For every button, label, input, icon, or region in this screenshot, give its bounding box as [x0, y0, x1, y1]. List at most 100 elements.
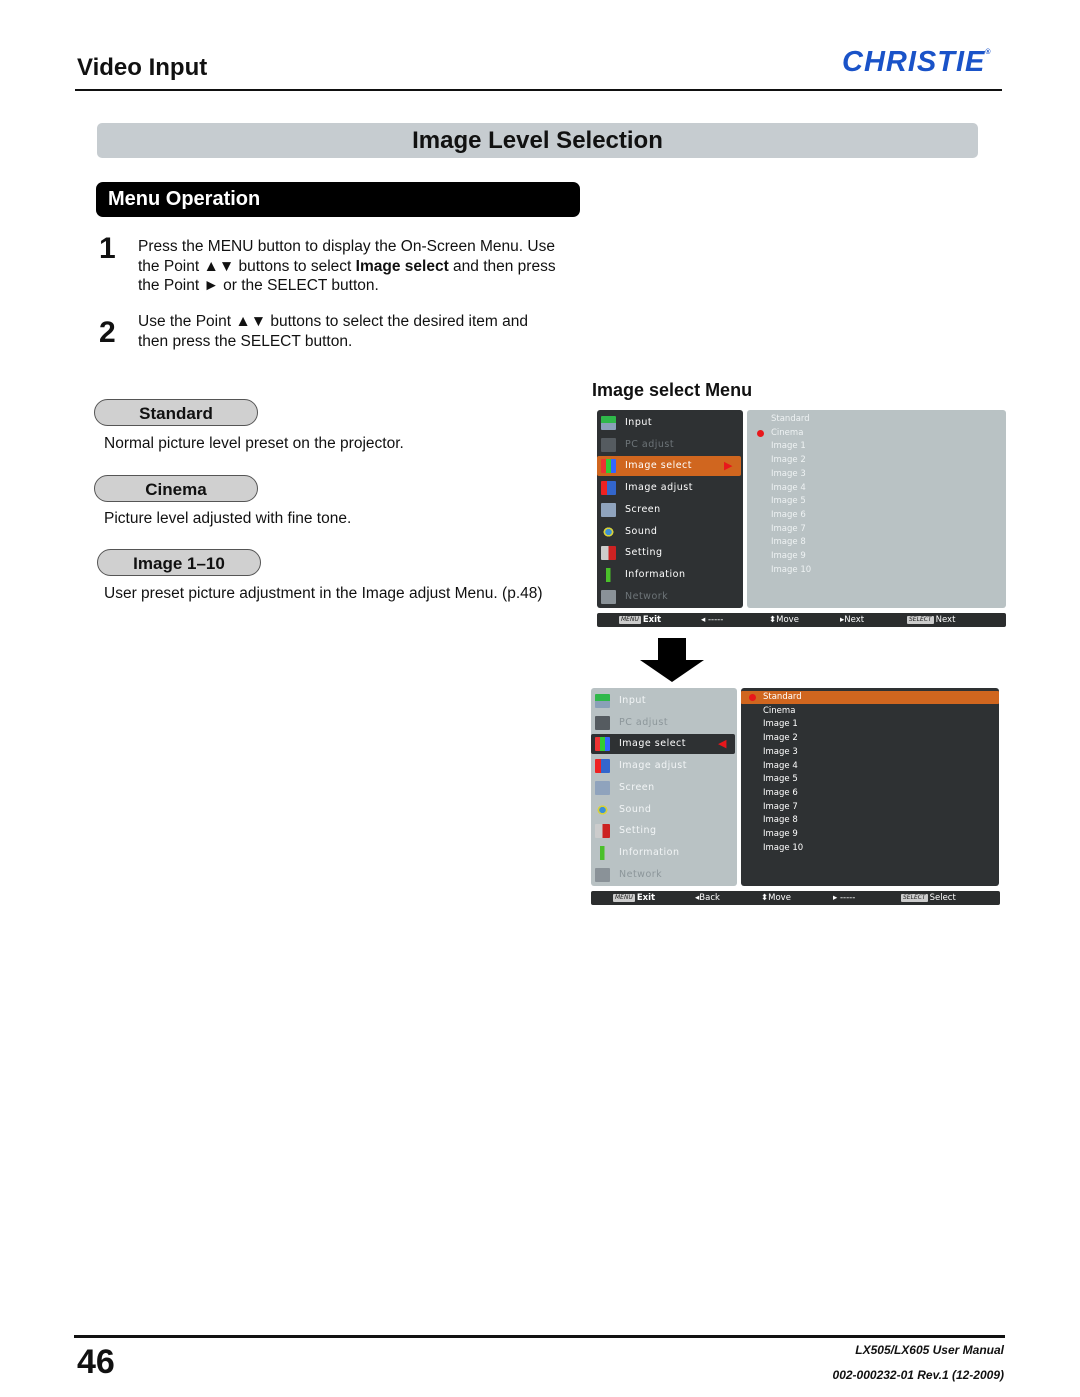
menu-item-label: Network: [619, 868, 663, 880]
page-number: 46: [77, 1343, 115, 1381]
network-icon: [595, 867, 610, 882]
sub-menu-item[interactable]: Image 5: [747, 495, 1006, 508]
sub-menu-panel: Standard Cinema Image 1 Image 2 Image 3 Image…: [741, 688, 999, 886]
sub-menu-item[interactable]: Image 7: [741, 801, 999, 814]
sub-menu-item[interactable]: Standard: [741, 691, 999, 704]
information-icon: [595, 845, 610, 860]
step-line: the Point ▲▼ buttons to select Image sel…: [138, 257, 578, 277]
pc-adjust-icon: [595, 715, 610, 730]
page-title-banner: Image Level Selection: [97, 123, 978, 158]
osd-footer-bar: MENU Exit ◂Back ⬍Move ▸ ----- SELECT Selec…: [591, 891, 1000, 905]
menu-item-setting[interactable]: Setting: [591, 821, 737, 841]
menu-item-label: Sound: [619, 803, 652, 815]
menu-operation-heading: Menu Operation: [96, 182, 580, 217]
menu-item-label: Setting: [619, 825, 657, 837]
christie-logo: CHRISTIE®: [842, 46, 992, 79]
menu-item-label: Information: [619, 846, 680, 858]
sub-menu-item[interactable]: Image 2: [747, 454, 1006, 467]
menu-item-image-select[interactable]: Image select ◀: [591, 734, 735, 755]
menu-key-icon: MENU: [613, 893, 635, 902]
sub-menu-item[interactable]: Cinema: [747, 427, 1006, 440]
option-description: User preset picture adjustment in the Im…: [104, 585, 543, 602]
setting-icon: [595, 824, 610, 839]
image-select-icon: [601, 459, 616, 474]
sub-menu-label: Image 1: [763, 719, 798, 730]
down-arrow-icon: [640, 638, 704, 682]
sound-icon: [601, 524, 616, 539]
image-select-menu-title: Image select Menu: [592, 380, 753, 400]
sub-menu-item[interactable]: Image 9: [741, 828, 999, 841]
sub-menu-item[interactable]: Image 7: [747, 523, 1006, 536]
menu-item-sound[interactable]: Sound: [591, 800, 737, 820]
sub-menu-label: Image 8: [763, 815, 798, 826]
sub-menu-item[interactable]: Image 2: [741, 732, 999, 745]
sub-menu-item[interactable]: Image 3: [741, 746, 999, 759]
select-key-icon: SELECT: [907, 615, 934, 624]
sub-menu-item[interactable]: Standard: [747, 413, 1006, 426]
menu-item-label: Image select: [625, 460, 692, 472]
menu-item-image-adjust[interactable]: Image adjust: [591, 756, 737, 776]
header-divider: [75, 89, 1002, 91]
menu-item-information[interactable]: Information: [597, 565, 743, 585]
footer-right-label: -----: [839, 893, 856, 903]
document-revision: 002-000232-01 Rev.1 (12-2009): [832, 1368, 1004, 1382]
sub-menu-item[interactable]: Image 5: [741, 773, 999, 786]
step-text-span: and then press: [448, 257, 556, 275]
sub-menu-item[interactable]: Image 4: [747, 482, 1006, 495]
option-description: Normal picture level preset on the proje…: [104, 435, 404, 452]
image-adjust-icon: [601, 481, 616, 496]
footer-select-label: Select: [929, 893, 956, 903]
sub-menu-item[interactable]: Image 8: [747, 536, 1006, 549]
menu-key-icon: MENU: [619, 615, 641, 624]
footer-left-hint: ◂Back: [695, 893, 720, 903]
step-number: 2: [99, 316, 116, 349]
sub-menu-panel: Standard Cinema Image 1 Image 2 Image 3 Image…: [747, 410, 1006, 608]
menu-item-image-select[interactable]: Image select ▶: [597, 456, 741, 477]
sub-menu-label: Image 2: [763, 733, 798, 744]
menu-item-network[interactable]: Network: [597, 587, 743, 607]
registered-mark: ®: [985, 49, 992, 56]
arrow-right-icon: ▶: [724, 459, 733, 473]
step-line: Use the Point ▲▼ buttons to select the d…: [138, 313, 528, 330]
menu-item-pc-adjust[interactable]: PC adjust: [597, 435, 743, 455]
sound-icon: [595, 802, 610, 817]
sub-menu-item[interactable]: Image 4: [741, 760, 999, 773]
menu-item-sound[interactable]: Sound: [597, 522, 743, 542]
footer-divider: [74, 1335, 1005, 1338]
sub-menu-item[interactable]: Image 3: [747, 468, 1006, 481]
image-select-icon: [595, 737, 610, 752]
sub-menu-item[interactable]: Image 6: [741, 787, 999, 800]
sub-menu-item[interactable]: Image 8: [741, 814, 999, 827]
menu-item-screen[interactable]: Screen: [591, 778, 737, 798]
footer-select-label: Next: [935, 615, 956, 625]
menu-item-label: Image select: [619, 738, 686, 750]
sub-menu-item[interactable]: Image 9: [747, 550, 1006, 563]
sub-menu-item[interactable]: Image 10: [747, 564, 1006, 577]
menu-item-label: Information: [625, 568, 686, 580]
sub-menu-label: Image 4: [763, 760, 798, 771]
step-emphasis: Image select: [355, 257, 449, 275]
footer-move-hint: ⬍Move: [761, 893, 791, 903]
menu-item-image-adjust[interactable]: Image adjust: [597, 478, 743, 498]
menu-item-label: Input: [619, 695, 647, 706]
option-pill-image: Image 1–10: [97, 549, 261, 576]
sub-menu-item[interactable]: Image 1: [741, 718, 999, 731]
menu-item-network[interactable]: Network: [591, 865, 737, 885]
footer-move-label: Move: [776, 615, 799, 625]
sub-menu-label: Image 5: [771, 496, 806, 507]
sub-menu-item[interactable]: Image 10: [741, 842, 999, 855]
sub-menu-item[interactable]: Image 6: [747, 509, 1006, 522]
menu-item-input[interactable]: Input: [597, 413, 743, 433]
sub-menu-item[interactable]: Image 1: [747, 440, 1006, 453]
menu-item-screen[interactable]: Screen: [597, 500, 743, 520]
main-menu-panel: Input PC adjust Image select ▶ Image adjust S…: [597, 410, 743, 608]
menu-item-setting[interactable]: Setting: [597, 543, 743, 563]
menu-item-pc-adjust[interactable]: PC adjust: [591, 713, 737, 733]
network-icon: [601, 589, 616, 604]
sub-menu-item[interactable]: Cinema: [741, 705, 999, 718]
menu-item-input[interactable]: Input: [591, 691, 737, 711]
menu-item-information[interactable]: Information: [591, 843, 737, 863]
sub-menu-label: Image 5: [763, 774, 798, 785]
sub-menu-label: Image 2: [771, 455, 806, 466]
footer-move-label: Move: [768, 893, 791, 903]
